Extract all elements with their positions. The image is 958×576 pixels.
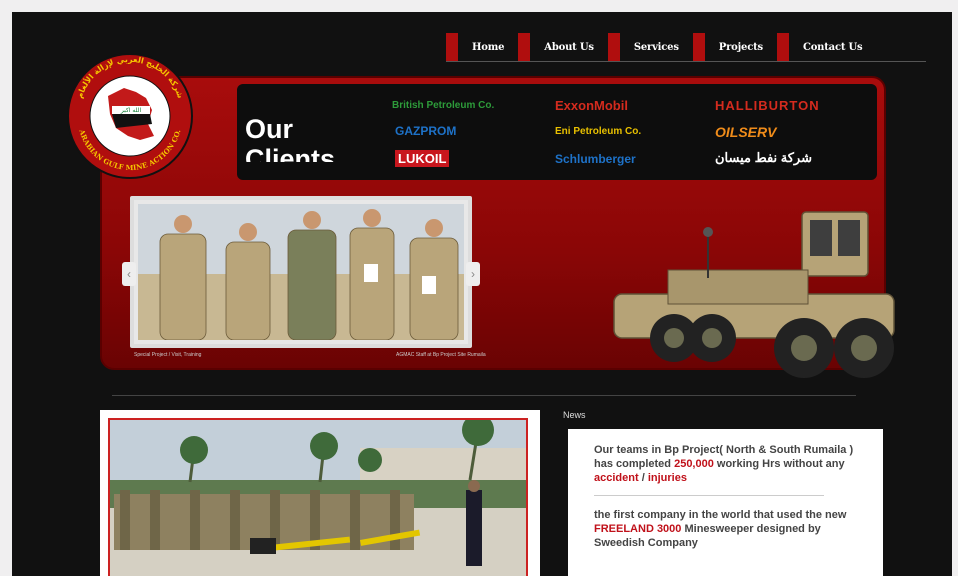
news-highlight: accident: [594, 472, 639, 484]
news-heading: News: [563, 410, 586, 420]
armored-vehicle-image: [608, 208, 908, 384]
nav-marker: [518, 33, 531, 61]
slide-caption-right: AGMAC Staff at Bp Project Site Rumaila: [396, 352, 486, 358]
nav-home[interactable]: Home: [446, 32, 504, 62]
nav-label: Home: [472, 41, 505, 53]
clients-panel: Our Clients British Petroleum Co. ExxonM…: [237, 84, 877, 180]
news-highlight: 250,000: [674, 458, 714, 470]
nav-marker: [692, 33, 705, 61]
client-logo-lukoil[interactable]: LUKOIL: [395, 150, 450, 167]
slide-photo: [138, 204, 464, 340]
news-text: the first company in the world that used…: [594, 509, 847, 521]
nav-marker: [607, 33, 620, 61]
nav-label: Projects: [718, 41, 763, 53]
client-logo-maysan-oil[interactable]: شركة نفط ميسان: [715, 150, 812, 166]
nav-label: About Us: [544, 41, 594, 53]
nav-marker: [776, 33, 789, 61]
nav-services[interactable]: Services: [607, 32, 679, 62]
featured-photo-frame: [100, 410, 540, 576]
slider-prev-button[interactable]: ‹: [122, 262, 136, 286]
news-text: /: [638, 472, 648, 484]
nav-marker: [446, 33, 458, 61]
svg-text:الله اكبر: الله اكبر: [120, 107, 142, 114]
slider-next-button[interactable]: ›: [466, 262, 480, 286]
featured-photo[interactable]: [108, 418, 528, 576]
client-logo-schlumberger[interactable]: Schlumberger: [555, 152, 636, 166]
nav-label: Contact Us: [802, 41, 863, 53]
clients-title: Our Clients: [245, 114, 336, 162]
client-logo-eni[interactable]: Eni Petroleum Co.: [555, 126, 641, 137]
news-text: working Hrs without any: [713, 458, 845, 470]
main-nav: Home About Us Services Projects Contact …: [446, 32, 926, 62]
client-logo-oilserv[interactable]: OILSERV: [715, 124, 776, 140]
client-logo-exxonmobil[interactable]: ExxonMobil: [555, 98, 628, 113]
client-logo-halliburton[interactable]: HALLIBURTON: [715, 98, 820, 113]
news-highlight: FREELAND 3000: [594, 523, 682, 535]
news-highlight: injuries: [647, 472, 687, 484]
client-logo-gazprom[interactable]: GAZPROM: [395, 124, 456, 138]
nav-about-us[interactable]: About Us: [518, 32, 594, 62]
nav-contact-us[interactable]: Contact Us: [776, 32, 863, 62]
news-item[interactable]: the first company in the world that used…: [594, 508, 857, 550]
client-logo-bp[interactable]: British Petroleum Co.: [392, 100, 494, 111]
section-divider: [112, 395, 856, 396]
company-logo[interactable]: الله اكبر شركة الخليج العربي لإزالة الأل…: [66, 40, 194, 188]
slide-caption-left: Special Project / Visit, Training: [134, 352, 202, 358]
nav-projects[interactable]: Projects: [692, 32, 763, 62]
news-separator: [594, 495, 824, 496]
image-slider: ‹ ›: [122, 196, 480, 348]
nav-label: Services: [633, 41, 679, 53]
page: Home About Us Services Projects Contact …: [12, 12, 952, 576]
news-panel: Our teams in Bp Project( North & South R…: [568, 429, 883, 576]
news-item[interactable]: Our teams in Bp Project( North & South R…: [594, 443, 857, 485]
